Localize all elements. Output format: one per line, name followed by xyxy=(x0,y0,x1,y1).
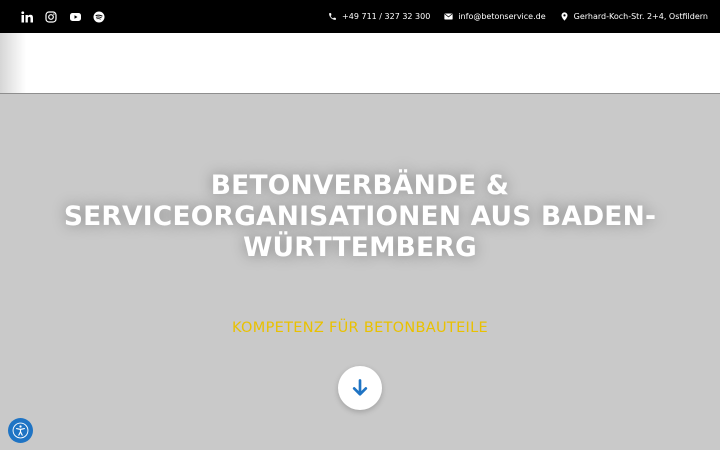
header-edge-shadow xyxy=(0,33,26,93)
phone-link[interactable]: +49 711 / 327 32 300 xyxy=(328,12,430,21)
top-bar: +49 711 / 327 32 300 info@betonservice.d… xyxy=(0,0,720,33)
scroll-down-button[interactable] xyxy=(338,366,382,410)
accessibility-button[interactable] xyxy=(8,418,33,443)
contact-info: +49 711 / 327 32 300 info@betonservice.d… xyxy=(328,0,708,33)
envelope-icon xyxy=(444,12,453,21)
address-link[interactable]: Gerhard-Koch-Str. 2+4, Ostfildern xyxy=(560,12,708,21)
hero-title: BETONVERBÄNDE & SERVICEORGANISATIONEN AU… xyxy=(60,170,660,263)
address-text: Gerhard-Koch-Str. 2+4, Ostfildern xyxy=(573,12,708,21)
instagram-icon[interactable] xyxy=(44,10,58,24)
social-links xyxy=(20,0,106,33)
hero-section: BETONVERBÄNDE & SERVICEORGANISATIONEN AU… xyxy=(0,94,720,450)
hero-title-line-2: SERVICEORGANISATIONEN AUS BADEN- xyxy=(63,201,657,232)
hero-title-line-3: WÜRTTEMBERG xyxy=(243,232,477,263)
youtube-icon[interactable] xyxy=(68,10,82,24)
linkedin-icon[interactable] xyxy=(20,10,34,24)
email-link[interactable]: info@betonservice.de xyxy=(444,12,546,21)
phone-icon xyxy=(328,12,337,21)
site-header xyxy=(0,33,720,94)
hero-subtitle: KOMPETENZ FÜR BETONBAUTEILE xyxy=(232,320,488,336)
email-text: info@betonservice.de xyxy=(458,12,546,21)
arrow-down-icon xyxy=(352,379,368,396)
spotify-icon[interactable] xyxy=(92,10,106,24)
hero-title-line-1: BETONVERBÄNDE & xyxy=(210,170,510,201)
phone-text: +49 711 / 327 32 300 xyxy=(342,12,431,21)
accessibility-icon xyxy=(12,422,29,439)
map-pin-icon xyxy=(560,12,569,21)
